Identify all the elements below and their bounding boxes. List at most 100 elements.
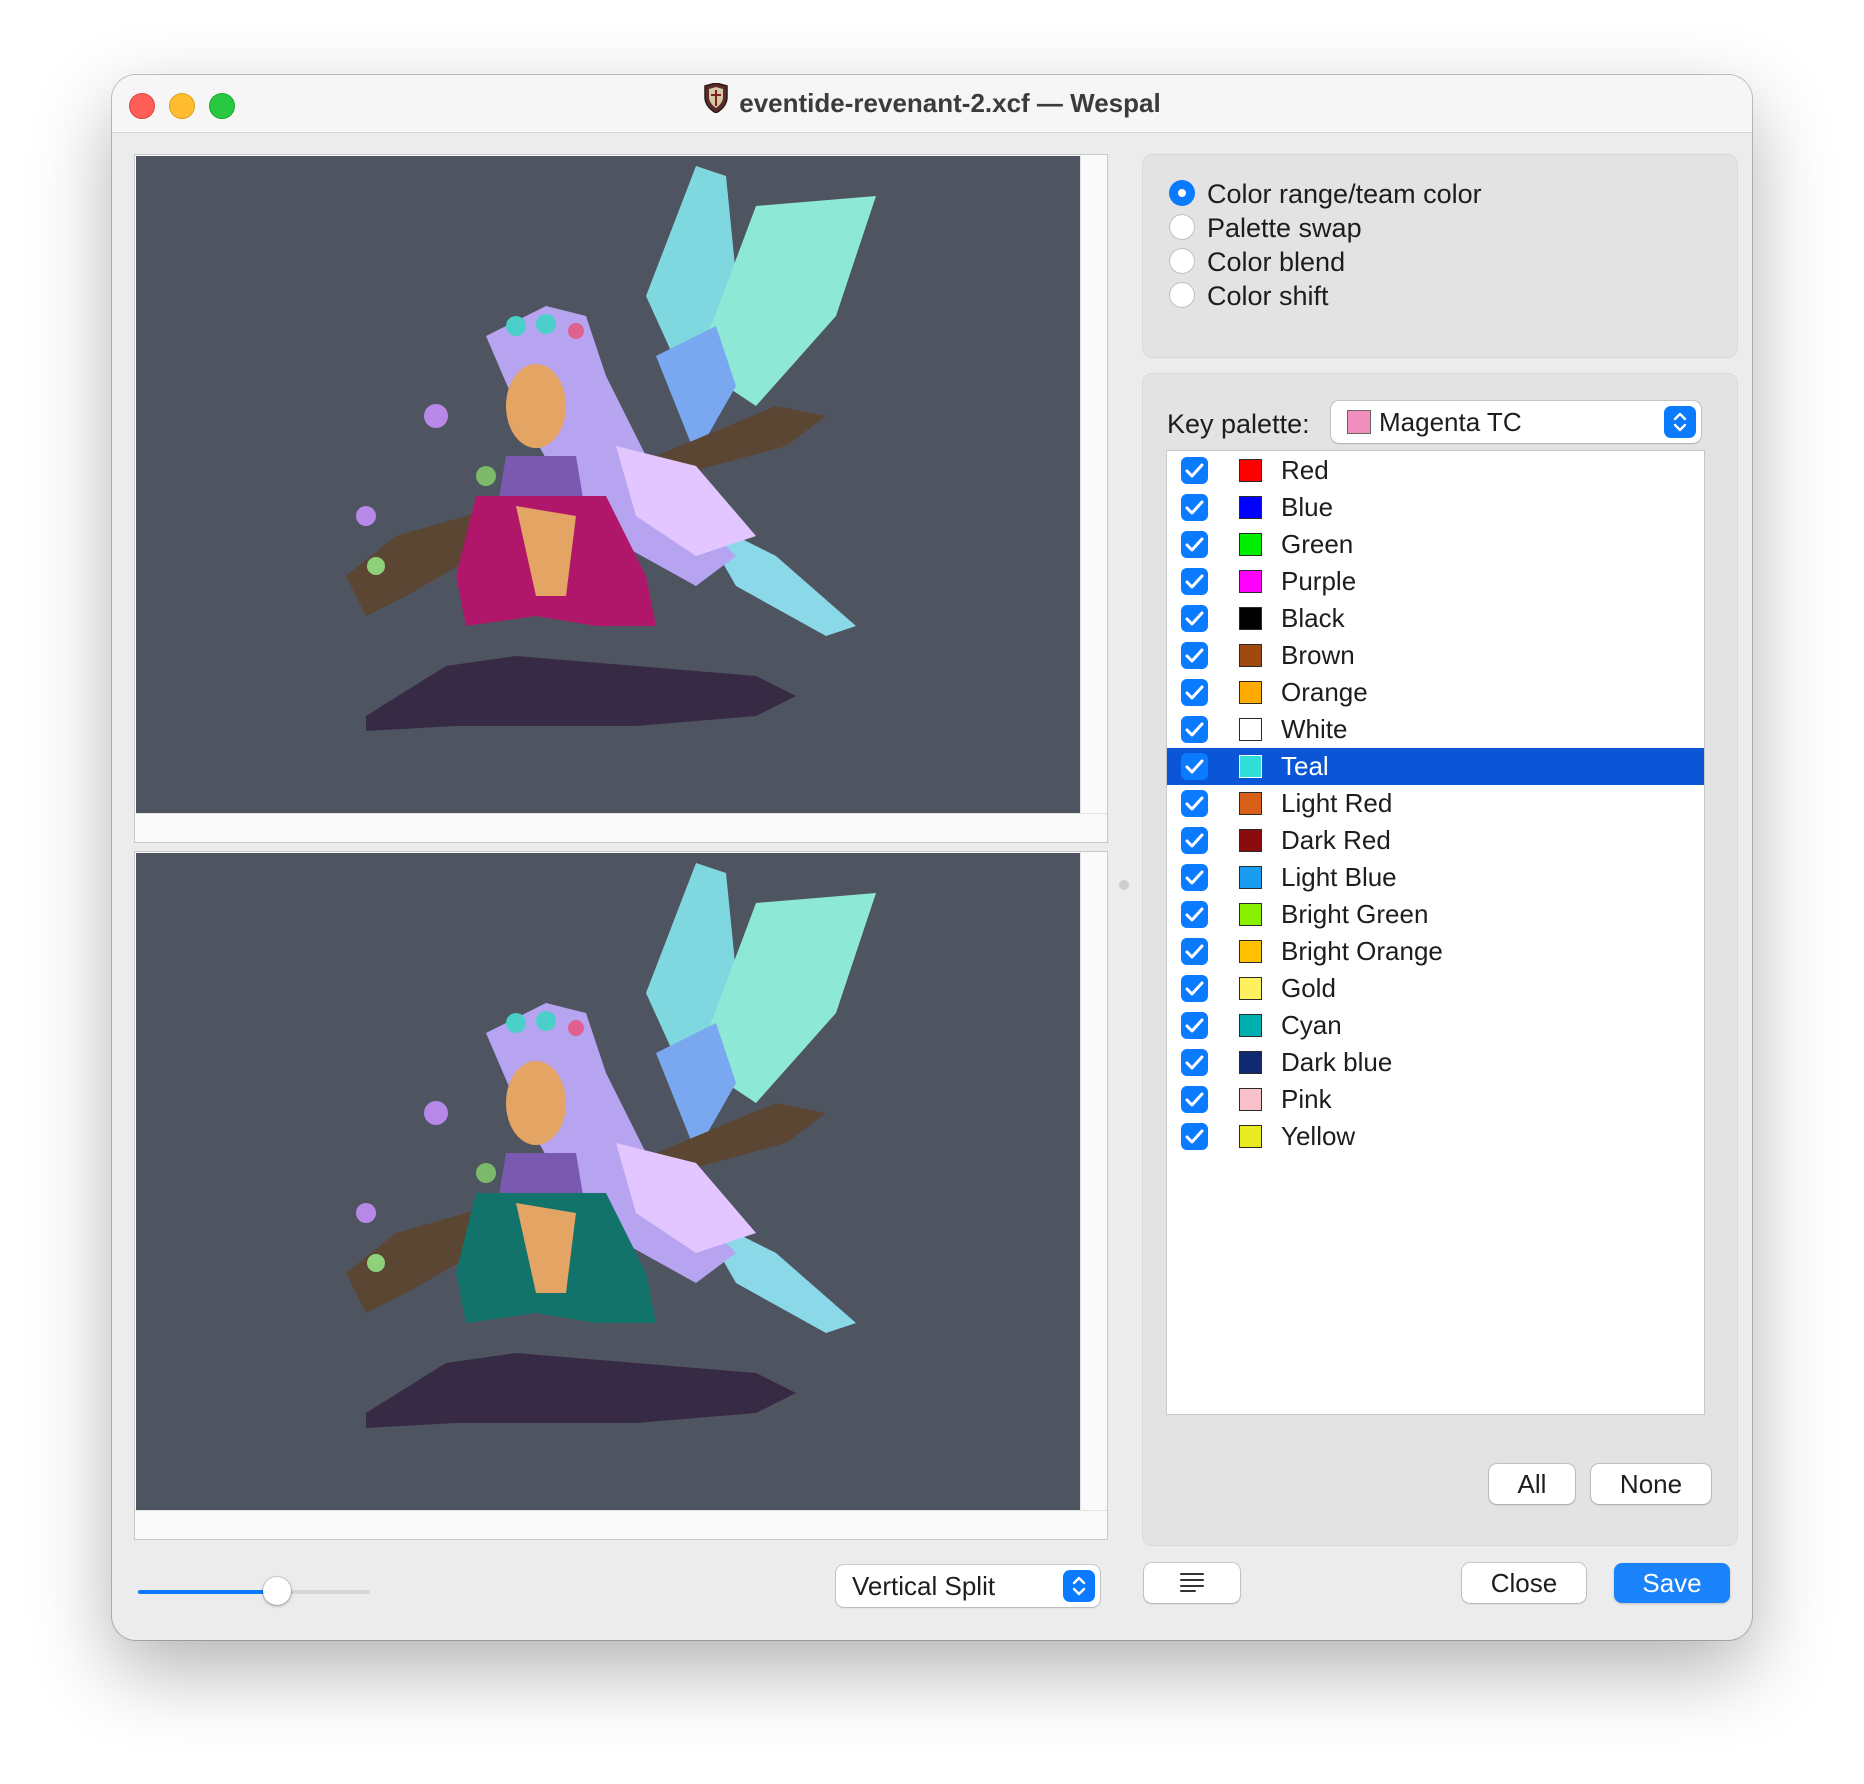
- checkbox[interactable]: [1181, 753, 1208, 780]
- checkbox[interactable]: [1181, 531, 1208, 558]
- recolored-sprite: [346, 863, 876, 1428]
- horizontal-scrollbar[interactable]: [135, 1510, 1107, 1539]
- list-item[interactable]: White: [1167, 711, 1704, 748]
- color-range-name: Bright Green: [1281, 899, 1429, 929]
- color-swatch: [1239, 607, 1262, 630]
- checkbox[interactable]: [1181, 457, 1208, 484]
- color-range-list[interactable]: Red Blue Green Purple Black Brown Orange White T…: [1166, 450, 1705, 1415]
- list-item[interactable]: Light Red: [1167, 785, 1704, 822]
- color-swatch: [1239, 533, 1262, 556]
- list-item[interactable]: Green: [1167, 526, 1704, 563]
- list-item[interactable]: Cyan: [1167, 1007, 1704, 1044]
- radio-button[interactable]: [1169, 248, 1195, 274]
- checkbox[interactable]: [1181, 716, 1208, 743]
- color-range-name: Green: [1281, 529, 1354, 559]
- horizontal-scrollbar[interactable]: [135, 813, 1107, 842]
- list-item[interactable]: Pink: [1167, 1081, 1704, 1118]
- color-range-name: Light Red: [1281, 788, 1393, 818]
- mode-label: Palette swap: [1207, 213, 1362, 243]
- list-item[interactable]: Brown: [1167, 637, 1704, 674]
- color-range-name: Bright Orange: [1281, 936, 1443, 966]
- checkbox[interactable]: [1181, 1012, 1208, 1039]
- color-swatch: [1239, 570, 1262, 593]
- color-range-name: Pink: [1281, 1084, 1332, 1114]
- checkbox[interactable]: [1181, 864, 1208, 891]
- save-button[interactable]: Save: [1614, 1563, 1730, 1603]
- list-item[interactable]: Gold: [1167, 970, 1704, 1007]
- checkbox[interactable]: [1181, 605, 1208, 632]
- checkbox[interactable]: [1181, 642, 1208, 669]
- checkbox[interactable]: [1181, 568, 1208, 595]
- radio-button[interactable]: [1169, 180, 1195, 206]
- window-title: eventide-revenant-2.xcf — Wespal: [112, 81, 1752, 122]
- checkbox[interactable]: [1181, 1123, 1208, 1150]
- chevron-updown-icon: [1063, 1570, 1095, 1602]
- list-item[interactable]: Black: [1167, 600, 1704, 637]
- color-swatch: [1239, 792, 1262, 815]
- color-range-name: Gold: [1281, 973, 1336, 1003]
- color-range-name: Dark blue: [1281, 1047, 1393, 1077]
- close-button[interactable]: Close: [1462, 1563, 1586, 1603]
- list-item[interactable]: Light Blue: [1167, 859, 1704, 896]
- select-none-button[interactable]: None: [1591, 1464, 1711, 1504]
- color-range-name: Red: [1281, 455, 1329, 485]
- color-range-name: Cyan: [1281, 1010, 1342, 1040]
- mode-label: Color range/team color: [1207, 179, 1482, 209]
- color-swatch: [1239, 1051, 1262, 1074]
- color-range-name: Dark Red: [1281, 825, 1391, 855]
- list-item[interactable]: Orange: [1167, 674, 1704, 711]
- color-range-name: Yellow: [1281, 1121, 1356, 1151]
- checkbox[interactable]: [1181, 975, 1208, 1002]
- list-item[interactable]: Red: [1167, 452, 1704, 489]
- select-all-button[interactable]: All: [1489, 1464, 1575, 1504]
- color-swatch: [1239, 866, 1262, 889]
- checkbox[interactable]: [1181, 827, 1208, 854]
- split-mode-value: Vertical Split: [852, 1571, 996, 1601]
- split-handle[interactable]: [1119, 880, 1129, 890]
- checkbox[interactable]: [1181, 1086, 1208, 1113]
- radio-button[interactable]: [1169, 282, 1195, 308]
- shield-icon: [703, 81, 729, 122]
- vertical-scrollbar[interactable]: [1080, 852, 1107, 1511]
- zoom-slider[interactable]: [138, 1577, 370, 1607]
- color-swatch: [1239, 940, 1262, 963]
- original-preview[interactable]: [134, 154, 1108, 843]
- list-item[interactable]: Dark blue: [1167, 1044, 1704, 1081]
- color-swatch: [1239, 681, 1262, 704]
- color-range-name: Orange: [1281, 677, 1368, 707]
- vertical-scrollbar[interactable]: [1080, 155, 1107, 814]
- log-button[interactable]: [1144, 1563, 1240, 1603]
- checkbox[interactable]: [1181, 938, 1208, 965]
- color-swatch: [1239, 755, 1262, 778]
- color-swatch: [1239, 829, 1262, 852]
- list-item[interactable]: Dark Red: [1167, 822, 1704, 859]
- mode-group: Color range/team color Palette swap Color …: [1142, 154, 1738, 358]
- color-swatch: [1239, 1088, 1262, 1111]
- window-title-text: eventide-revenant-2.xcf — Wespal: [739, 88, 1161, 118]
- app-window: eventide-revenant-2.xcf — Wespal Vertica…: [112, 75, 1752, 1640]
- list-item[interactable]: Bright Green: [1167, 896, 1704, 933]
- slider-fill: [138, 1590, 278, 1594]
- palette-group: Key palette: Magenta TC Red Blue Green Purp…: [1142, 373, 1738, 1546]
- color-range-name: Purple: [1281, 566, 1357, 596]
- slider-thumb[interactable]: [263, 1577, 292, 1605]
- title-bar: eventide-revenant-2.xcf — Wespal: [112, 75, 1752, 133]
- radio-button[interactable]: [1169, 214, 1195, 240]
- color-swatch: [1239, 977, 1262, 1000]
- result-preview[interactable]: [134, 851, 1108, 1540]
- list-item[interactable]: Yellow: [1167, 1118, 1704, 1155]
- list-item[interactable]: Bright Orange: [1167, 933, 1704, 970]
- checkbox[interactable]: [1181, 790, 1208, 817]
- split-mode-select[interactable]: Vertical Split: [836, 1565, 1100, 1607]
- color-range-name: Teal: [1281, 751, 1329, 781]
- checkbox[interactable]: [1181, 1049, 1208, 1076]
- checkbox[interactable]: [1181, 901, 1208, 928]
- list-item[interactable]: Blue: [1167, 489, 1704, 526]
- list-item[interactable]: Teal: [1167, 748, 1704, 785]
- checkbox[interactable]: [1181, 494, 1208, 521]
- checkbox[interactable]: [1181, 679, 1208, 706]
- key-palette-select[interactable]: Magenta TC: [1331, 401, 1701, 443]
- color-swatch: [1239, 1125, 1262, 1148]
- key-palette-value: Magenta TC: [1379, 407, 1522, 437]
- list-item[interactable]: Purple: [1167, 563, 1704, 600]
